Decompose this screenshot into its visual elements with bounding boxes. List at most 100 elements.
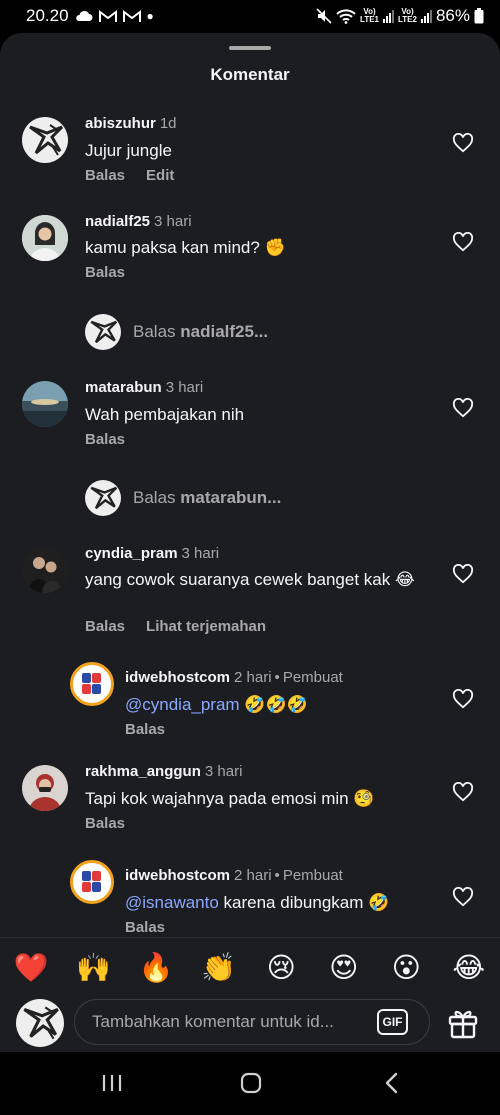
comment-time: 3 hari — [154, 213, 192, 230]
signal-1-icon — [383, 9, 394, 23]
like-heart-icon[interactable] — [452, 133, 474, 153]
comment-text: Jujur jungle — [85, 141, 172, 160]
reply-prompt-prefix: Balas — [133, 488, 176, 507]
reply-button[interactable]: Balas — [85, 264, 125, 281]
home-button[interactable] — [231, 1068, 271, 1098]
gif-button[interactable]: GIF — [377, 1009, 408, 1035]
reply-button[interactable]: Balas — [85, 167, 125, 184]
notification-dot-icon: ● — [146, 9, 154, 23]
emoji-clap-button[interactable]: 👏 — [197, 951, 241, 984]
reply-comment-item: idwebhostcom 2 hari • Pembuat @cyndia_pram … — [0, 660, 500, 740]
wifi-icon — [336, 9, 356, 24]
reply-button[interactable]: Balas — [85, 815, 125, 832]
avatar — [16, 999, 64, 1047]
comment-username[interactable]: idwebhostcom 2 hari • Pembuat — [125, 669, 343, 686]
avatar[interactable] — [22, 215, 68, 261]
avatar — [85, 480, 121, 516]
edit-button[interactable]: Edit — [146, 167, 174, 184]
gift-icon[interactable] — [446, 1005, 480, 1039]
comment-username[interactable]: cyndia_pram 3 hari — [85, 545, 219, 562]
signal-2-icon — [420, 9, 432, 23]
comment-input-row: GIF — [0, 997, 500, 1052]
comments-sheet: Komentar abiszuhur 1d Jujur jungle Balas … — [0, 33, 500, 1052]
comment-item: nadialf25 3 hari kamu paksa kan mind? ✊ B… — [0, 211, 500, 291]
comment-text: yang cowok suaranya cewek banget kak 😂 — [85, 570, 415, 589]
creator-badge: Pembuat — [282, 669, 343, 686]
mention-link[interactable]: @cyndia_pram — [125, 695, 240, 714]
emoji-heart-button[interactable]: ❤️ — [9, 951, 53, 984]
avatar — [85, 314, 121, 350]
reply-prompt-prefix: Balas — [133, 322, 176, 341]
comment-username[interactable]: rakhma_anggun 3 hari — [85, 763, 242, 780]
emoji-fire-button[interactable]: 🔥 — [134, 951, 178, 984]
mention-link[interactable]: @isnawanto — [125, 893, 219, 912]
comment-time: 3 hari — [165, 379, 204, 396]
avatar[interactable] — [22, 117, 68, 163]
cloud-icon — [75, 10, 93, 21]
gmail-icon — [98, 9, 117, 22]
comment-text: @isnawanto karena dibungkam 🤣 — [125, 893, 390, 912]
reply-button[interactable]: Balas — [125, 721, 165, 738]
avatar[interactable] — [70, 860, 114, 904]
mute-icon — [316, 8, 332, 24]
comment-text: Tapi kok wajahnya pada emosi min 🧐 — [85, 789, 375, 808]
comment-username[interactable]: nadialf25 3 hari — [85, 213, 192, 230]
like-heart-icon[interactable] — [452, 398, 474, 418]
emoji-heart-eyes-button[interactable]: 😍 — [322, 951, 366, 984]
emoji-crying-button[interactable]: 😢 — [259, 951, 303, 984]
system-nav-bar — [0, 1052, 500, 1115]
avatar[interactable] — [22, 547, 68, 593]
status-bar: 20.20 ● Vo) LTE1 Vo) LTE2 86% — [0, 0, 500, 32]
see-translation-button[interactable]: Lihat terjemahan — [146, 618, 266, 635]
comment-username[interactable]: abiszuhur 1d — [85, 115, 177, 132]
reply-prompt-target: matarabun... — [180, 488, 282, 507]
network-label-2: Vo) LTE2 — [398, 7, 417, 24]
emoji-surprised-button[interactable]: 😮 — [384, 951, 428, 984]
network-label-1: Vo) LTE1 — [360, 7, 379, 24]
battery-icon — [474, 8, 484, 24]
comment-username[interactable]: matarabun 3 hari — [85, 379, 203, 396]
reply-prompt[interactable]: Balas nadialf25... — [85, 314, 268, 350]
comment-text: kamu paksa kan mind? ✊ — [85, 238, 286, 257]
reply-button[interactable]: Balas — [125, 919, 165, 936]
avatar[interactable] — [22, 765, 68, 811]
like-heart-icon[interactable] — [452, 887, 474, 907]
recent-apps-icon — [102, 1075, 122, 1091]
clock: 20.20 — [26, 6, 69, 25]
like-heart-icon[interactable] — [452, 689, 474, 709]
reply-prompt-target: nadialf25... — [180, 322, 269, 341]
like-heart-icon[interactable] — [452, 232, 474, 252]
comment-item: rakhma_anggun 3 hari Tapi kok wajahnya pa… — [0, 761, 500, 841]
emoji-laughing-button[interactable]: 😂 — [447, 951, 491, 984]
comment-time: 3 hari — [204, 763, 243, 780]
comment-text: Wah pembajakan nih — [85, 405, 245, 424]
reply-button[interactable]: Balas — [85, 618, 125, 635]
comment-item: cyndia_pram 3 hari yang cowok suaranya ce… — [0, 543, 500, 643]
home-icon — [240, 1072, 262, 1094]
gmail-icon-2 — [122, 9, 141, 22]
like-heart-icon[interactable] — [452, 782, 474, 802]
back-icon — [385, 1072, 398, 1094]
sheet-title: Komentar — [210, 65, 290, 84]
reply-prompt[interactable]: Balas matarabun... — [85, 480, 281, 516]
comment-item: abiszuhur 1d Jujur jungle Balas Edit — [0, 113, 500, 193]
back-button[interactable] — [372, 1068, 412, 1098]
avatar[interactable] — [22, 381, 68, 427]
comment-text: @cyndia_pram 🤣🤣🤣 — [125, 695, 308, 714]
comment-username[interactable]: idwebhostcom 2 hari • Pembuat — [125, 867, 343, 884]
battery-percent: 86% — [435, 6, 470, 25]
emoji-reaction-bar: ❤️ 🙌 🔥 👏 😢 😍 😮 😂 — [0, 937, 500, 997]
comment-time: 3 hari — [181, 545, 220, 562]
reply-comment-item: idwebhostcom 2 hari • Pembuat @isnawanto ka… — [0, 858, 500, 938]
avatar[interactable] — [70, 662, 114, 706]
comment-time: 2 hari — [234, 669, 272, 686]
like-heart-icon[interactable] — [452, 564, 474, 584]
comment-time: 2 hari — [234, 867, 272, 884]
comment-item: matarabun 3 hari Wah pembajakan nih Balas — [0, 377, 500, 457]
reply-button[interactable]: Balas — [85, 431, 125, 448]
emoji-raised-hands-button[interactable]: 🙌 — [72, 951, 116, 984]
recent-apps-button[interactable] — [92, 1068, 132, 1098]
creator-badge: Pembuat — [282, 867, 343, 884]
comment-time: 1d — [159, 115, 177, 132]
drag-handle[interactable] — [229, 46, 271, 50]
